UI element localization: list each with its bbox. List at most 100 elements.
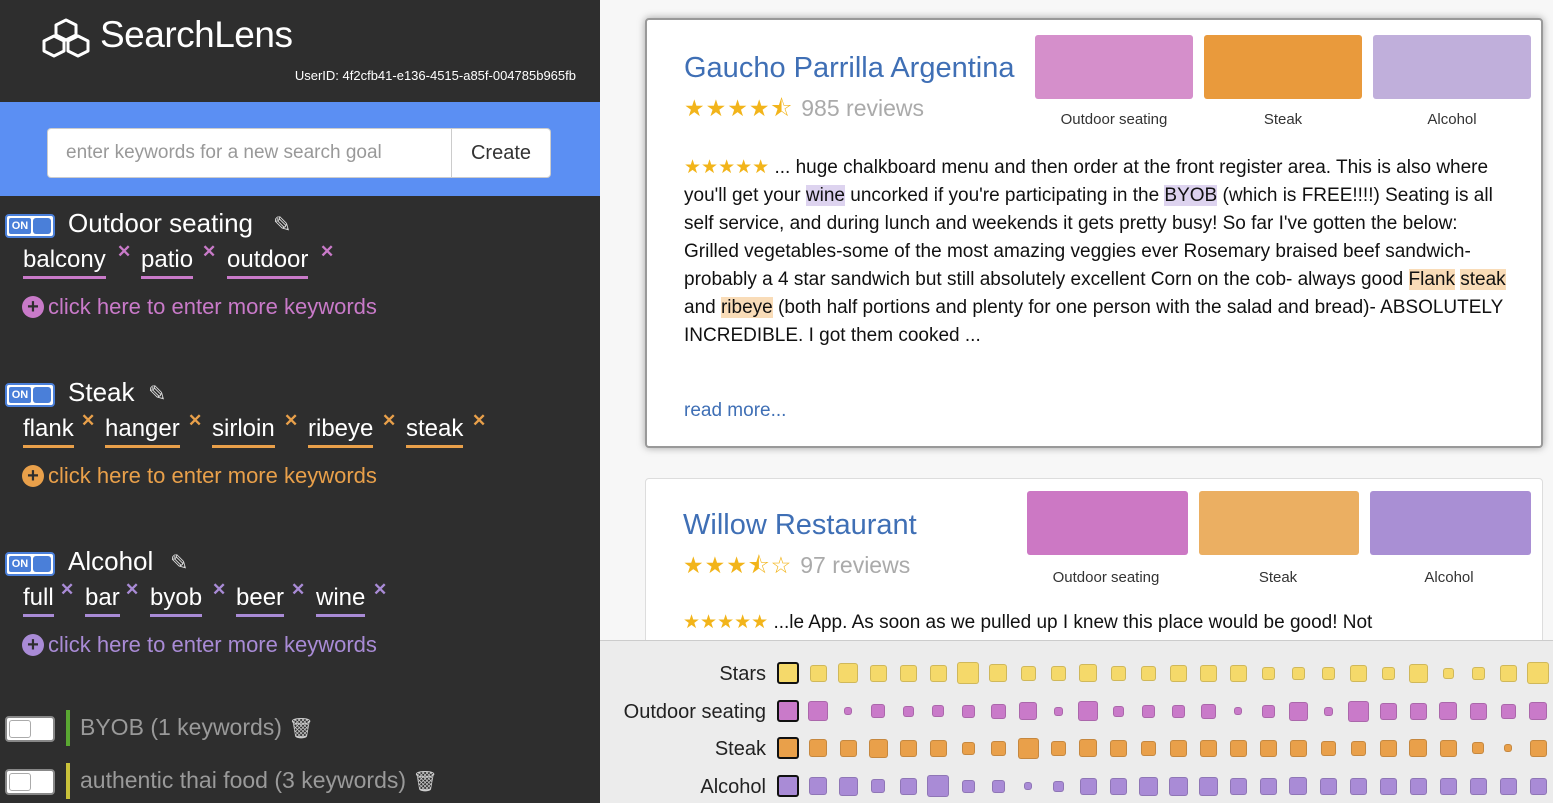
remove-keyword-icon[interactable]: ✕: [284, 411, 298, 431]
read-more-link[interactable]: read more...: [684, 400, 786, 422]
overview-alcohol-square[interactable]: [777, 775, 799, 797]
overview-steak-square[interactable]: [1409, 739, 1427, 757]
remove-keyword-icon[interactable]: ✕: [472, 411, 486, 431]
add-keywords-link[interactable]: + click here to enter more keywords: [0, 463, 600, 501]
overview-stars-square[interactable]: [1079, 664, 1097, 682]
remove-keyword-icon[interactable]: ✕: [125, 580, 139, 600]
result-card[interactable]: Gaucho Parrilla Argentina ★★★★⯪ 985 revie…: [645, 18, 1543, 448]
overview-outdoor-seating-square[interactable]: [990, 703, 1006, 719]
overview-stars-square[interactable]: [1527, 662, 1549, 684]
overview-steak-square[interactable]: [1472, 742, 1484, 754]
overview-alcohol-square[interactable]: [1138, 776, 1158, 796]
overview-stars-square[interactable]: [777, 662, 799, 684]
overview-outdoor-seating-square[interactable]: [902, 705, 914, 717]
overview-outdoor-seating-square[interactable]: [1347, 700, 1369, 722]
overview-alcohol-square[interactable]: [809, 777, 827, 795]
overview-steak-square[interactable]: [990, 740, 1006, 756]
overview-alcohol-square[interactable]: [1349, 777, 1367, 795]
overview-steak-square[interactable]: [1320, 740, 1336, 756]
trash-icon[interactable]: 🗑: [412, 771, 437, 793]
overview-alcohol-square[interactable]: [1409, 777, 1427, 795]
overview-outdoor-seating-square[interactable]: [1141, 704, 1155, 718]
overview-stars-square[interactable]: [929, 664, 947, 682]
overview-alcohol-square[interactable]: [1079, 777, 1097, 795]
overview-stars-square[interactable]: [1408, 663, 1428, 683]
remove-keyword-icon[interactable]: ✕: [60, 580, 74, 600]
overview-steak-square[interactable]: [839, 739, 857, 757]
overview-stars-square[interactable]: [1261, 666, 1275, 680]
remove-keyword-icon[interactable]: ✕: [81, 411, 95, 431]
edit-pencil-icon[interactable]: ✎: [148, 383, 170, 405]
overview-alcohol-square[interactable]: [1529, 777, 1547, 795]
overview-outdoor-seating-square[interactable]: [1261, 704, 1275, 718]
overview-outdoor-seating-square[interactable]: [777, 700, 799, 722]
overview-steak-square[interactable]: [809, 739, 827, 757]
overview-outdoor-seating-square[interactable]: [932, 705, 944, 717]
overview-alcohol-square[interactable]: [1052, 780, 1064, 792]
remove-keyword-icon[interactable]: ✕: [373, 580, 387, 600]
overview-steak-square[interactable]: [1289, 739, 1307, 757]
overview-alcohol-square[interactable]: [1024, 782, 1032, 790]
overview-outdoor-seating-square[interactable]: [871, 704, 885, 718]
overview-outdoor-seating-square[interactable]: [1529, 702, 1547, 720]
overview-stars-square[interactable]: [1349, 664, 1367, 682]
overview-stars-square[interactable]: [1442, 667, 1454, 679]
overview-stars-square[interactable]: [1169, 664, 1187, 682]
goal-toggle-off[interactable]: [5, 716, 55, 742]
overview-stars-square[interactable]: [1471, 666, 1485, 680]
overview-stars-square[interactable]: [1050, 665, 1066, 681]
remove-keyword-icon[interactable]: ✕: [117, 242, 131, 262]
goal-toggle-on[interactable]: ON: [5, 383, 55, 407]
overview-steak-square[interactable]: [1017, 737, 1039, 759]
overview-stars-square[interactable]: [809, 664, 827, 682]
overview-stars-square[interactable]: [1381, 666, 1395, 680]
add-keywords-link[interactable]: + click here to enter more keywords: [0, 632, 600, 670]
overview-stars-square[interactable]: [1291, 666, 1305, 680]
remove-keyword-icon[interactable]: ✕: [291, 580, 305, 600]
overview-steak-square[interactable]: [1050, 740, 1066, 756]
overview-alcohol-square[interactable]: [1168, 776, 1188, 796]
overview-stars-square[interactable]: [1110, 665, 1126, 681]
overview-alcohol-square[interactable]: [1289, 777, 1307, 795]
restaurant-name-link[interactable]: Willow Restaurant: [683, 509, 917, 542]
overview-steak-square[interactable]: [1504, 744, 1512, 752]
overview-stars-square[interactable]: [1020, 665, 1036, 681]
remove-keyword-icon[interactable]: ✕: [188, 411, 202, 431]
overview-steak-square[interactable]: [1439, 739, 1457, 757]
overview-alcohol-square[interactable]: [1229, 777, 1247, 795]
overview-stars-square[interactable]: [869, 664, 887, 682]
overview-alcohol-square[interactable]: [1109, 777, 1127, 795]
goal-toggle-off[interactable]: [5, 769, 55, 795]
overview-alcohol-square[interactable]: [961, 779, 975, 793]
overview-steak-square[interactable]: [1529, 739, 1547, 757]
overview-stars-square[interactable]: [989, 664, 1007, 682]
edit-pencil-icon[interactable]: ✎: [273, 214, 295, 236]
edit-pencil-icon[interactable]: ✎: [170, 552, 192, 574]
remove-keyword-icon[interactable]: ✕: [382, 411, 396, 431]
overview-alcohol-square[interactable]: [1469, 777, 1487, 795]
overview-alcohol-square[interactable]: [899, 777, 917, 795]
remove-keyword-icon[interactable]: ✕: [212, 580, 226, 600]
overview-outdoor-seating-square[interactable]: [1234, 707, 1242, 715]
overview-outdoor-seating-square[interactable]: [1112, 705, 1124, 717]
overview-steak-square[interactable]: [868, 738, 888, 758]
overview-outdoor-seating-square[interactable]: [808, 701, 828, 721]
overview-stars-square[interactable]: [1321, 666, 1335, 680]
overview-steak-square[interactable]: [777, 737, 799, 759]
overview-outdoor-seating-square[interactable]: [1500, 703, 1516, 719]
overview-steak-square[interactable]: [1350, 740, 1366, 756]
overview-alcohol-square[interactable]: [1319, 777, 1337, 795]
overview-outdoor-seating-square[interactable]: [1200, 703, 1216, 719]
overview-alcohol-square[interactable]: [1499, 777, 1517, 795]
overview-steak-square[interactable]: [1229, 739, 1247, 757]
overview-alcohol-square[interactable]: [927, 775, 949, 797]
overview-alcohol-square[interactable]: [838, 776, 858, 796]
overview-stars-square[interactable]: [1229, 664, 1247, 682]
overview-steak-square[interactable]: [1259, 739, 1277, 757]
remove-keyword-icon[interactable]: ✕: [202, 242, 216, 262]
overview-outdoor-seating-square[interactable]: [1409, 702, 1427, 720]
new-goal-input[interactable]: [47, 128, 452, 178]
overview-outdoor-seating-square[interactable]: [844, 707, 852, 715]
overview-steak-square[interactable]: [1109, 739, 1127, 757]
overview-steak-square[interactable]: [899, 739, 917, 757]
